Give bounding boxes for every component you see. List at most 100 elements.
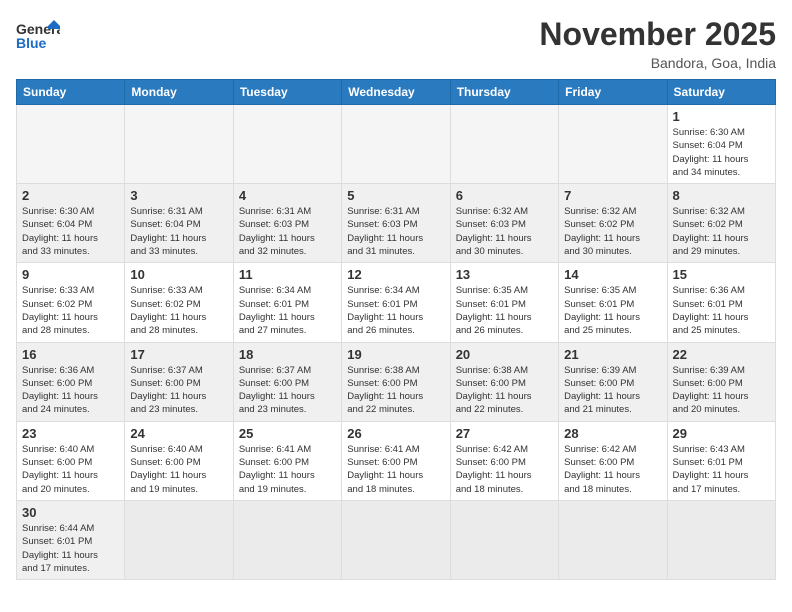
calendar-cell: 10Sunrise: 6:33 AM Sunset: 6:02 PM Dayli…	[125, 263, 233, 342]
calendar-cell: 28Sunrise: 6:42 AM Sunset: 6:00 PM Dayli…	[559, 421, 667, 500]
calendar-cell: 18 Sunrise: 6:37 AM Sunset: 6:00 PM Dayli…	[233, 342, 341, 421]
calendar-cell: 6 Sunrise: 6:32 AM Sunset: 6:03 PM Daylig…	[450, 184, 558, 263]
calendar-cell: 24Sunrise: 6:40 AM Sunset: 6:00 PM Dayli…	[125, 421, 233, 500]
calendar-subtitle: Bandora, Goa, India	[539, 55, 776, 71]
calendar-cell: 4 Sunrise: 6:31 AM Sunset: 6:03 PM Daylig…	[233, 184, 341, 263]
logo: General Blue	[16, 16, 60, 60]
day-number: 20	[456, 347, 553, 362]
day-info: Sunrise: 6:33 AM Sunset: 6:02 PM Dayligh…	[22, 284, 119, 337]
calendar-cell: 1 Sunrise: 6:30 AM Sunset: 6:04 PM Daylig…	[667, 105, 775, 184]
day-info: Sunrise: 6:42 AM Sunset: 6:00 PM Dayligh…	[564, 443, 661, 496]
day-info: Sunrise: 6:40 AM Sunset: 6:00 PM Dayligh…	[130, 443, 227, 496]
calendar-cell	[125, 105, 233, 184]
day-info: Sunrise: 6:35 AM Sunset: 6:01 PM Dayligh…	[564, 284, 661, 337]
day-number: 26	[347, 426, 444, 441]
day-info: Sunrise: 6:31 AM Sunset: 6:03 PM Dayligh…	[239, 205, 336, 258]
calendar-cell: 15 Sunrise: 6:36 AM Sunset: 6:01 PM Dayli…	[667, 263, 775, 342]
weekday-header-tuesday: Tuesday	[233, 80, 341, 105]
day-info: Sunrise: 6:32 AM Sunset: 6:03 PM Dayligh…	[456, 205, 553, 258]
day-info: Sunrise: 6:39 AM Sunset: 6:00 PM Dayligh…	[673, 364, 770, 417]
day-number: 23	[22, 426, 119, 441]
day-info: Sunrise: 6:38 AM Sunset: 6:00 PM Dayligh…	[347, 364, 444, 417]
day-number: 18	[239, 347, 336, 362]
calendar-week-row: 30 Sunrise: 6:44 AM Sunset: 6:01 PM Dayli…	[17, 500, 776, 579]
day-info: Sunrise: 6:41 AM Sunset: 6:00 PM Dayligh…	[239, 443, 336, 496]
day-info: Sunrise: 6:32 AM Sunset: 6:02 PM Dayligh…	[564, 205, 661, 258]
day-info: Sunrise: 6:30 AM Sunset: 6:04 PM Dayligh…	[673, 126, 770, 179]
calendar-table: SundayMondayTuesdayWednesdayThursdayFrid…	[16, 79, 776, 580]
calendar-cell: 3Sunrise: 6:31 AM Sunset: 6:04 PM Daylig…	[125, 184, 233, 263]
day-number: 15	[673, 267, 770, 282]
day-number: 10	[130, 267, 227, 282]
calendar-cell	[342, 500, 450, 579]
calendar-cell	[125, 500, 233, 579]
weekday-header-thursday: Thursday	[450, 80, 558, 105]
day-number: 27	[456, 426, 553, 441]
day-number: 22	[673, 347, 770, 362]
weekday-header-saturday: Saturday	[667, 80, 775, 105]
day-number: 13	[456, 267, 553, 282]
day-number: 30	[22, 505, 119, 520]
calendar-cell	[559, 105, 667, 184]
calendar-cell: 30 Sunrise: 6:44 AM Sunset: 6:01 PM Dayli…	[17, 500, 125, 579]
day-info: Sunrise: 6:34 AM Sunset: 6:01 PM Dayligh…	[239, 284, 336, 337]
day-info: Sunrise: 6:43 AM Sunset: 6:01 PM Dayligh…	[673, 443, 770, 496]
title-area: November 2025 Bandora, Goa, India	[539, 16, 776, 71]
svg-text:Blue: Blue	[16, 35, 47, 51]
calendar-cell: 12Sunrise: 6:34 AM Sunset: 6:01 PM Dayli…	[342, 263, 450, 342]
day-number: 9	[22, 267, 119, 282]
day-info: Sunrise: 6:36 AM Sunset: 6:01 PM Dayligh…	[673, 284, 770, 337]
calendar-week-row: 2 Sunrise: 6:30 AM Sunset: 6:04 PM Daylig…	[17, 184, 776, 263]
day-info: Sunrise: 6:32 AM Sunset: 6:02 PM Dayligh…	[673, 205, 770, 258]
calendar-cell	[17, 105, 125, 184]
day-info: Sunrise: 6:41 AM Sunset: 6:00 PM Dayligh…	[347, 443, 444, 496]
day-number: 19	[347, 347, 444, 362]
calendar-title: November 2025	[539, 16, 776, 53]
day-number: 1	[673, 109, 770, 124]
calendar-cell: 19 Sunrise: 6:38 AM Sunset: 6:00 PM Dayli…	[342, 342, 450, 421]
weekday-header-friday: Friday	[559, 80, 667, 105]
day-info: Sunrise: 6:30 AM Sunset: 6:04 PM Dayligh…	[22, 205, 119, 258]
day-number: 2	[22, 188, 119, 203]
day-info: Sunrise: 6:39 AM Sunset: 6:00 PM Dayligh…	[564, 364, 661, 417]
calendar-week-row: 16 Sunrise: 6:36 AM Sunset: 6:00 PM Dayli…	[17, 342, 776, 421]
calendar-cell: 7 Sunrise: 6:32 AM Sunset: 6:02 PM Daylig…	[559, 184, 667, 263]
day-info: Sunrise: 6:44 AM Sunset: 6:01 PM Dayligh…	[22, 522, 119, 575]
day-number: 14	[564, 267, 661, 282]
day-number: 5	[347, 188, 444, 203]
calendar-cell: 27 Sunrise: 6:42 AM Sunset: 6:00 PM Dayli…	[450, 421, 558, 500]
day-info: Sunrise: 6:37 AM Sunset: 6:00 PM Dayligh…	[130, 364, 227, 417]
day-number: 4	[239, 188, 336, 203]
day-info: Sunrise: 6:35 AM Sunset: 6:01 PM Dayligh…	[456, 284, 553, 337]
day-number: 6	[456, 188, 553, 203]
day-number: 8	[673, 188, 770, 203]
calendar-cell	[450, 105, 558, 184]
day-number: 29	[673, 426, 770, 441]
calendar-cell: 5 Sunrise: 6:31 AM Sunset: 6:03 PM Daylig…	[342, 184, 450, 263]
day-number: 7	[564, 188, 661, 203]
calendar-cell: 29 Sunrise: 6:43 AM Sunset: 6:01 PM Dayli…	[667, 421, 775, 500]
day-info: Sunrise: 6:34 AM Sunset: 6:01 PM Dayligh…	[347, 284, 444, 337]
calendar-week-row: 23 Sunrise: 6:40 AM Sunset: 6:00 PM Dayli…	[17, 421, 776, 500]
day-info: Sunrise: 6:38 AM Sunset: 6:00 PM Dayligh…	[456, 364, 553, 417]
day-info: Sunrise: 6:31 AM Sunset: 6:04 PM Dayligh…	[130, 205, 227, 258]
day-number: 16	[22, 347, 119, 362]
day-info: Sunrise: 6:37 AM Sunset: 6:00 PM Dayligh…	[239, 364, 336, 417]
day-info: Sunrise: 6:42 AM Sunset: 6:00 PM Dayligh…	[456, 443, 553, 496]
weekday-header-sunday: Sunday	[17, 80, 125, 105]
calendar-cell: 25Sunrise: 6:41 AM Sunset: 6:00 PM Dayli…	[233, 421, 341, 500]
calendar-cell: 20 Sunrise: 6:38 AM Sunset: 6:00 PM Dayli…	[450, 342, 558, 421]
day-number: 21	[564, 347, 661, 362]
calendar-cell	[233, 105, 341, 184]
page-header: General Blue November 2025 Bandora, Goa,…	[16, 16, 776, 71]
day-info: Sunrise: 6:40 AM Sunset: 6:00 PM Dayligh…	[22, 443, 119, 496]
weekday-header-row: SundayMondayTuesdayWednesdayThursdayFrid…	[17, 80, 776, 105]
calendar-cell: 22 Sunrise: 6:39 AM Sunset: 6:00 PM Dayli…	[667, 342, 775, 421]
day-info: Sunrise: 6:36 AM Sunset: 6:00 PM Dayligh…	[22, 364, 119, 417]
day-number: 11	[239, 267, 336, 282]
weekday-header-wednesday: Wednesday	[342, 80, 450, 105]
calendar-cell: 2 Sunrise: 6:30 AM Sunset: 6:04 PM Daylig…	[17, 184, 125, 263]
calendar-week-row: 1 Sunrise: 6:30 AM Sunset: 6:04 PM Daylig…	[17, 105, 776, 184]
day-info: Sunrise: 6:31 AM Sunset: 6:03 PM Dayligh…	[347, 205, 444, 258]
calendar-cell: 26 Sunrise: 6:41 AM Sunset: 6:00 PM Dayli…	[342, 421, 450, 500]
